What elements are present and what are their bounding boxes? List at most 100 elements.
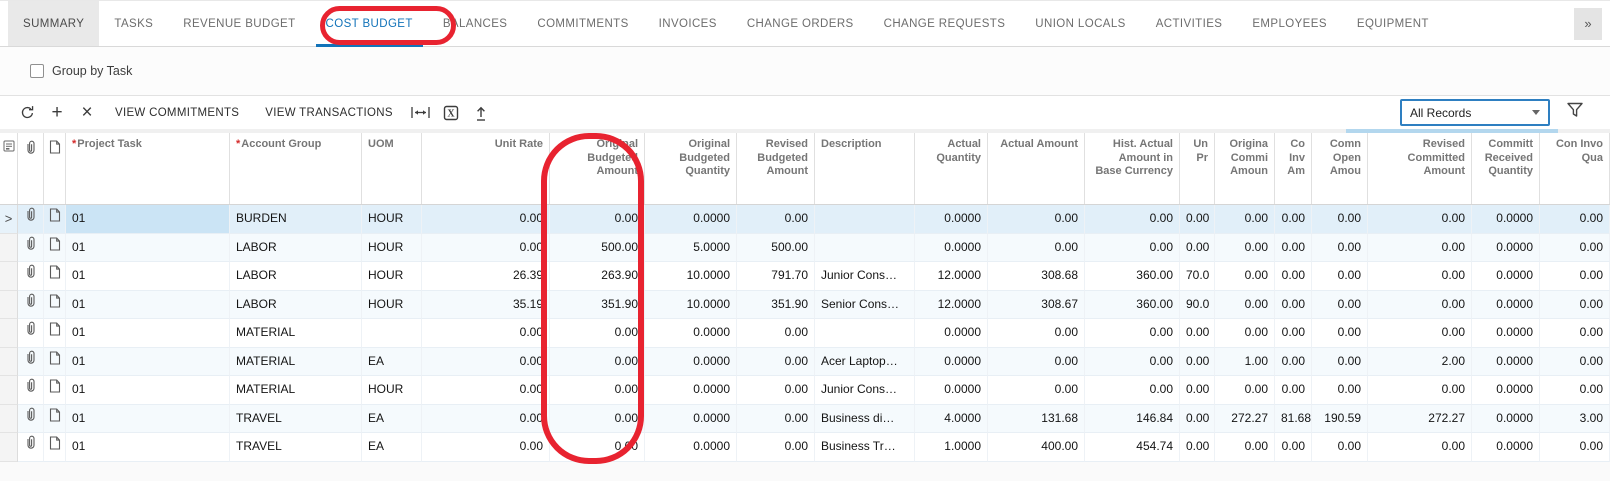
cell-unit_price[interactable]: 0.00 (1180, 319, 1215, 348)
cell-selector[interactable] (0, 291, 18, 320)
cell-original_budgeted_quantity[interactable]: 0.0000 (645, 205, 737, 234)
cell-unit_price[interactable]: 0.00 (1180, 205, 1215, 234)
cell-revised_committed_amount[interactable]: 0.00 (1368, 319, 1472, 348)
tab-invoices[interactable]: INVOICES (644, 1, 732, 46)
cell-original_committed_amount[interactable]: 0.00 (1215, 376, 1275, 405)
table-row[interactable]: 01TRAVELEA0.000.000.00000.00Business Tr…… (0, 433, 1610, 462)
paperclip-icon[interactable] (26, 234, 36, 262)
cell-account_group[interactable]: MATERIAL (230, 376, 362, 405)
tab-summary[interactable]: SUMMARY (8, 1, 99, 46)
cell-unit_rate[interactable]: 0.00 (422, 205, 550, 234)
cell-revised_budgeted_amount[interactable]: 351.90 (737, 291, 815, 320)
cell-hist_actual_amount_base[interactable]: 360.00 (1085, 291, 1180, 320)
cell-files[interactable] (18, 376, 44, 405)
cell-committed_open_amount[interactable]: 0.00 (1312, 433, 1368, 462)
column-header-uom[interactable]: UOM (362, 129, 422, 204)
cell-committed_open_amount[interactable]: 0.00 (1312, 205, 1368, 234)
filter-settings-button[interactable] (1566, 102, 1584, 123)
cell-description[interactable]: Senior Cons… (815, 291, 915, 320)
cell-files[interactable] (18, 433, 44, 462)
cell-revised_budgeted_amount[interactable]: 0.00 (737, 319, 815, 348)
cell-uom[interactable]: HOUR (362, 262, 422, 291)
cell-original_committed_amount[interactable]: 0.00 (1215, 262, 1275, 291)
cell-committed_received_quantity[interactable]: 0.0000 (1472, 234, 1540, 263)
tab-equipment[interactable]: EQUIPMENT (1342, 1, 1444, 46)
cell-original_committed_amount[interactable]: 1.00 (1215, 348, 1275, 377)
cell-project_task[interactable]: 01 (66, 376, 230, 405)
cell-committed_invoiced_amount[interactable]: 0.00 (1275, 291, 1312, 320)
cell-description[interactable] (815, 205, 915, 234)
cell-committed_invoiced_amount[interactable]: 81.68 (1275, 405, 1312, 434)
cell-description[interactable]: Junior Cons… (815, 376, 915, 405)
cell-unit_price[interactable]: 90.0 (1180, 291, 1215, 320)
cell-original_budgeted_amount[interactable]: 0.00 (550, 348, 645, 377)
cell-unit_rate[interactable]: 35.19 (422, 291, 550, 320)
cell-original_budgeted_quantity[interactable]: 0.0000 (645, 405, 737, 434)
note-icon[interactable] (49, 262, 61, 290)
cell-committed_received_quantity[interactable]: 0.0000 (1472, 405, 1540, 434)
cell-files[interactable] (18, 319, 44, 348)
cell-committed_invoiced_quantity[interactable]: 0.00 (1540, 291, 1610, 320)
cell-actual_quantity[interactable]: 12.0000 (915, 291, 988, 320)
cell-original_budgeted_amount[interactable]: 0.00 (550, 376, 645, 405)
column-header-committed_invoiced_quantity[interactable]: Con Invo Qua (1540, 129, 1610, 204)
cell-project_task[interactable]: 01 (66, 262, 230, 291)
cell-project_task[interactable]: 01 (66, 433, 230, 462)
cell-account_group[interactable]: LABOR (230, 262, 362, 291)
export-excel-button[interactable]: X (436, 99, 466, 127)
column-header-actual_quantity[interactable]: Actual Quantity (915, 129, 988, 204)
cell-original_budgeted_amount[interactable]: 351.90 (550, 291, 645, 320)
tab-overflow-button[interactable]: » (1574, 8, 1602, 40)
cell-uom[interactable]: HOUR (362, 291, 422, 320)
cell-notes[interactable] (44, 319, 66, 348)
horizontal-scrollbar-thumb[interactable] (1346, 129, 1558, 133)
cell-original_budgeted_quantity[interactable]: 0.0000 (645, 319, 737, 348)
cell-revised_committed_amount[interactable]: 2.00 (1368, 348, 1472, 377)
view-transactions-button[interactable]: VIEW TRANSACTIONS (252, 99, 406, 127)
cell-selector[interactable] (0, 348, 18, 377)
column-header-original_budgeted_amount[interactable]: Original Budgeted Amount (550, 129, 645, 204)
cell-original_committed_amount[interactable]: 0.00 (1215, 205, 1275, 234)
table-row[interactable]: 01TRAVELEA0.000.000.00000.00Business di…… (0, 405, 1610, 434)
cell-revised_committed_amount[interactable]: 0.00 (1368, 291, 1472, 320)
cell-revised_committed_amount[interactable]: 0.00 (1368, 433, 1472, 462)
cell-unit_rate[interactable]: 26.39 (422, 262, 550, 291)
cell-committed_invoiced_quantity[interactable]: 0.00 (1540, 348, 1610, 377)
paperclip-icon[interactable] (26, 262, 36, 290)
cell-committed_invoiced_quantity[interactable]: 0.00 (1540, 376, 1610, 405)
paperclip-icon[interactable] (26, 376, 36, 404)
cell-unit_price[interactable]: 0.00 (1180, 348, 1215, 377)
column-header-unit_price[interactable]: Un Pr (1180, 129, 1215, 204)
cell-original_budgeted_amount[interactable]: 0.00 (550, 433, 645, 462)
column-header-files[interactable] (18, 129, 44, 204)
cell-revised_budgeted_amount[interactable]: 791.70 (737, 262, 815, 291)
cell-committed_open_amount[interactable]: 190.59 (1312, 405, 1368, 434)
horizontal-scrollbar[interactable] (0, 129, 1610, 133)
table-row[interactable]: >01BURDENHOUR0.000.000.00000.000.00000.0… (0, 205, 1610, 234)
cell-original_budgeted_quantity[interactable]: 10.0000 (645, 262, 737, 291)
cell-uom[interactable]: EA (362, 348, 422, 377)
cell-actual_amount[interactable]: 308.67 (988, 291, 1085, 320)
cell-selector[interactable] (0, 319, 18, 348)
cell-actual_quantity[interactable]: 0.0000 (915, 234, 988, 263)
cell-selector[interactable] (0, 433, 18, 462)
cell-description[interactable]: Business di… (815, 405, 915, 434)
cell-files[interactable] (18, 234, 44, 263)
cell-notes[interactable] (44, 205, 66, 234)
cell-unit_price[interactable]: 70.0 (1180, 262, 1215, 291)
fit-width-button[interactable] (406, 99, 436, 127)
cell-original_committed_amount[interactable]: 0.00 (1215, 291, 1275, 320)
cell-original_budgeted_amount[interactable]: 0.00 (550, 319, 645, 348)
column-header-description[interactable]: Description (815, 129, 915, 204)
cell-revised_budgeted_amount[interactable]: 500.00 (737, 234, 815, 263)
column-header-original_budgeted_quantity[interactable]: Original Budgeted Quantity (645, 129, 737, 204)
cell-original_budgeted_amount[interactable]: 500.00 (550, 234, 645, 263)
cell-actual_quantity[interactable]: 0.0000 (915, 376, 988, 405)
cell-actual_amount[interactable]: 400.00 (988, 433, 1085, 462)
note-icon[interactable] (49, 376, 61, 404)
cell-committed_invoiced_quantity[interactable]: 3.00 (1540, 405, 1610, 434)
table-row[interactable]: 01LABORHOUR0.00500.005.0000500.000.00000… (0, 234, 1610, 263)
cell-actual_quantity[interactable]: 4.0000 (915, 405, 988, 434)
upload-button[interactable] (466, 99, 496, 127)
cell-actual_amount[interactable]: 0.00 (988, 205, 1085, 234)
